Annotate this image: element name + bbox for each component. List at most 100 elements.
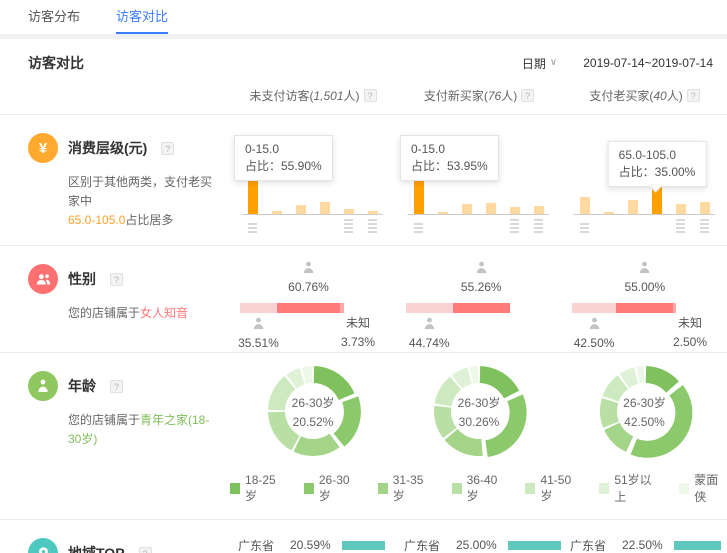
bar[interactable]: [700, 202, 710, 214]
gender-stacked-bar[interactable]: [406, 303, 510, 313]
donut-segment-蒙面侠[interactable]: [636, 366, 644, 384]
legend-item-41-50岁[interactable]: 41-50岁: [525, 471, 579, 505]
date-range[interactable]: 2019-07-14~2019-07-14: [583, 56, 713, 70]
tooltip-range: 0-15.0: [245, 141, 322, 158]
tooltip-range: 0-15.0: [411, 141, 488, 158]
male-person-icon: [251, 320, 266, 334]
age-donut-new-buyers: 26-30岁30.26%: [396, 353, 562, 469]
female-percent: 55.00%: [610, 280, 680, 294]
column-headers: 未支付访客(1,501人)? 支付新买家(76人)? 支付老买家(40人)?: [0, 79, 727, 115]
bar[interactable]: [486, 203, 496, 214]
female-segment[interactable]: [277, 303, 340, 313]
gender-chart-unpaid: 60.76%35.51%未知3.73%: [230, 246, 396, 352]
donut-segment-31-35岁[interactable]: [604, 423, 633, 452]
date-dropdown[interactable]: 日期 ∨: [522, 55, 557, 72]
column-header-unpaid: 未支付访客(1,501人)?: [230, 87, 396, 104]
unknown-segment[interactable]: [340, 303, 344, 313]
visitor-compare-panel: 访客对比 日期 ∨ 2019-07-14~2019-07-14 未支付访客(1,…: [0, 39, 727, 553]
donut-segment-31-35岁[interactable]: [445, 429, 483, 456]
region-list-new-buyers: 广东省25.00%浙江省11.84%: [396, 520, 562, 553]
section-region-top: 地域TOP ? 您的访客聚集在广东省 广东省20.59%浙江省11.06% 广东…: [0, 520, 727, 553]
male-stat: 44.74%: [394, 316, 464, 350]
male-percent: 35.51%: [223, 336, 293, 350]
male-segment[interactable]: [406, 303, 453, 313]
column-unit: 人): [667, 89, 683, 103]
province-bar[interactable]: [508, 541, 561, 550]
female-percent: 60.76%: [274, 280, 344, 294]
axis-label: [414, 223, 423, 233]
donut-chart: 26-30岁30.26%: [427, 359, 531, 463]
help-icon[interactable]: ?: [521, 89, 534, 102]
bar[interactable]: [534, 206, 544, 214]
bar[interactable]: [510, 207, 520, 214]
legend-label: 蒙面侠: [694, 471, 727, 505]
female-segment[interactable]: [453, 303, 510, 313]
donut-segment-31-35岁[interactable]: [294, 434, 340, 456]
province-percent: 25.00%: [456, 538, 508, 552]
legend-swatch: [679, 483, 689, 494]
female-stat: 55.26%: [446, 260, 516, 294]
legend-swatch: [525, 483, 535, 494]
help-icon[interactable]: ?: [110, 273, 123, 286]
male-percent: 44.74%: [394, 336, 464, 350]
donut-segment-26-30岁[interactable]: [630, 385, 692, 458]
legend-label: 18-25岁: [245, 473, 284, 504]
donut-segment-18-25岁[interactable]: [314, 366, 355, 400]
bar[interactable]: [462, 204, 472, 214]
column-unit: 人): [344, 89, 360, 103]
donut-segment-41-50岁[interactable]: [268, 376, 295, 410]
province-bar[interactable]: [674, 541, 721, 550]
male-percent: 42.50%: [559, 336, 629, 350]
legend-item-31-35岁[interactable]: 31-35岁: [378, 471, 432, 505]
gender-stacked-bar[interactable]: [572, 303, 676, 313]
section-title: 年龄: [68, 376, 96, 396]
bar[interactable]: [320, 202, 330, 214]
male-segment[interactable]: [240, 303, 277, 313]
bar[interactable]: [580, 197, 590, 214]
donut-segment-36-40岁[interactable]: [268, 412, 300, 451]
gender-stacked-bar[interactable]: [240, 303, 344, 313]
region-list-old-buyers: 广东省22.50%福建省12.50%: [562, 520, 727, 553]
axis-line: [574, 214, 715, 215]
female-segment[interactable]: [616, 303, 673, 313]
axis-label: [534, 219, 543, 233]
bar[interactable]: [296, 205, 306, 214]
legend-item-18-25岁[interactable]: 18-25岁: [230, 471, 284, 505]
bar[interactable]: [676, 204, 686, 214]
donut-segment-18-25岁[interactable]: [645, 366, 678, 393]
tab-visitor-distribution[interactable]: 访客分布: [28, 0, 80, 34]
section-description: 您的店铺属于青年之家(18-30岁): [68, 411, 220, 449]
help-icon[interactable]: ?: [687, 89, 700, 102]
province-bar[interactable]: [342, 541, 385, 550]
unknown-segment[interactable]: [673, 303, 676, 313]
donut-segment-36-40岁[interactable]: [600, 398, 619, 428]
donut-chart: 26-30岁42.50%: [593, 359, 697, 463]
axis-label: [700, 219, 709, 233]
region-list-unpaid: 广东省20.59%浙江省11.06%: [230, 520, 396, 553]
male-stat: 42.50%: [559, 316, 629, 350]
chart-tooltip: 0-15.0占比：55.90%: [234, 135, 333, 181]
legend-item-51岁以上[interactable]: 51岁以上: [599, 471, 659, 505]
female-person-icon: [474, 264, 489, 278]
help-icon[interactable]: ?: [110, 380, 123, 393]
help-icon[interactable]: ?: [161, 142, 174, 155]
province-name: 广东省: [404, 537, 456, 553]
legend-item-36-40岁[interactable]: 36-40岁: [452, 471, 506, 505]
male-segment[interactable]: [572, 303, 616, 313]
legend-item-26-30岁[interactable]: 26-30岁: [304, 471, 358, 505]
axis-label: [248, 223, 257, 233]
section-description: 区别于其他两类，支付老买家中 65.0-105.0占比居多: [68, 173, 220, 230]
age-icon: [28, 371, 58, 401]
tab-visitor-compare[interactable]: 访客对比: [116, 0, 168, 34]
age-legend: 18-25岁 26-30岁 31-35岁 36-40岁 41-50岁 51岁以上 蒙面侠: [230, 469, 727, 519]
donut-segment-18-25岁[interactable]: [480, 366, 519, 398]
consumption-chart-old-buyers: 65.0-105.0占比：35.00%: [562, 115, 727, 245]
legend-item-蒙面侠[interactable]: 蒙面侠: [679, 471, 727, 505]
donut-segment-26-30岁[interactable]: [485, 394, 526, 457]
bar[interactable]: [628, 200, 638, 214]
donut-segment-26-30岁[interactable]: [334, 396, 361, 446]
tooltip-range: 65.0-105.0: [619, 147, 696, 164]
help-icon[interactable]: ?: [364, 89, 377, 102]
help-icon[interactable]: ?: [139, 547, 152, 553]
female-person-icon: [637, 264, 652, 278]
